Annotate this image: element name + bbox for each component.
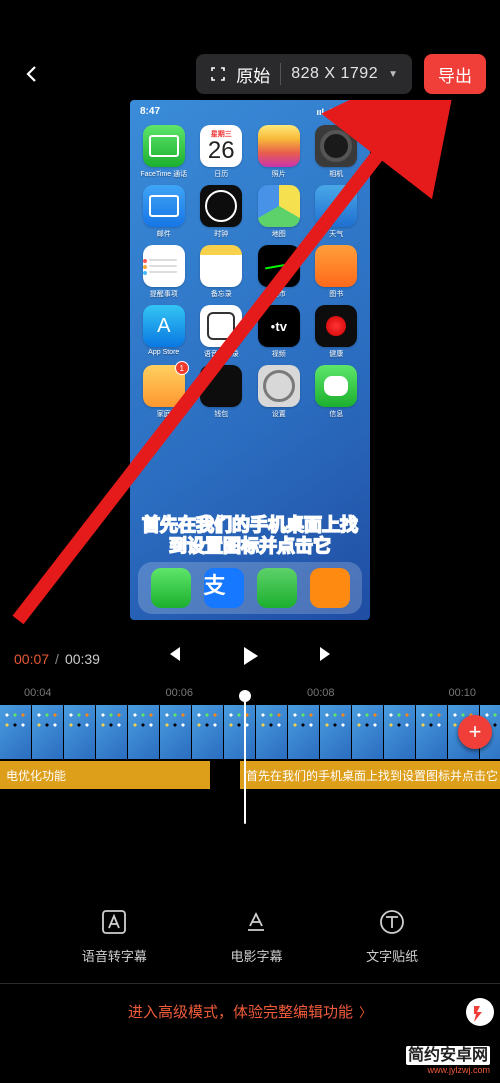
corner-badge-icon <box>466 998 494 1026</box>
top-bar: 原始 828 X 1792 ▼ 导出 <box>0 0 500 100</box>
subtitle-icon <box>240 906 272 938</box>
aspect-icon <box>210 66 226 82</box>
preview-content: 8:47 ııl4G FaceTime 通话 星期三26日历 照片 相机 邮件 … <box>130 100 370 620</box>
time-current: 00:07 <box>14 651 49 667</box>
playhead[interactable] <box>244 694 246 824</box>
text-sticker-button[interactable]: 文字贴纸 <box>366 906 418 965</box>
next-frame-button[interactable] <box>316 644 336 673</box>
voice-to-subtitle-button[interactable]: 语音转字幕 <box>82 906 147 965</box>
text-a-icon <box>98 906 130 938</box>
chevron-right-icon: 〉 <box>359 1002 372 1021</box>
resolution-value: 828 X 1792 <box>291 65 378 83</box>
video-preview[interactable]: 8:47 ııl4G FaceTime 通话 星期三26日历 照片 相机 邮件 … <box>0 100 500 630</box>
subtitle-overlay: 首先在我们的手机桌面上找到设置图标并点击它 <box>130 515 370 558</box>
prev-frame-button[interactable] <box>164 644 184 673</box>
caption-track[interactable]: 电优化功能 首先在我们的手机桌面上找到设置图标并点击它 <box>0 761 500 789</box>
caption-clip[interactable]: 首先在我们的手机桌面上找到设置图标并点击它 <box>240 761 500 789</box>
resolution-selector[interactable]: 原始 828 X 1792 ▼ <box>196 54 412 94</box>
home-screen-grid: FaceTime 通话 星期三26日历 照片 相机 邮件 时钟 地图 天气 提醒… <box>130 121 370 419</box>
advanced-mode-button[interactable]: 进入高级模式，体验完整编辑功能 〉 <box>0 983 500 1039</box>
add-clip-button[interactable]: + <box>458 715 492 749</box>
bottom-toolbar: 语音转字幕 电影字幕 文字贴纸 <box>0 906 500 965</box>
back-button[interactable] <box>14 56 50 92</box>
time-total: 00:39 <box>65 651 100 667</box>
status-time: 8:47 <box>140 106 160 117</box>
playback-bar: 00:07 / 00:39 <box>0 630 500 683</box>
caption-clip[interactable]: 电优化功能 <box>0 761 210 789</box>
chevron-down-icon: ▼ <box>388 69 398 80</box>
resolution-label: 原始 <box>236 62 270 87</box>
clip-track[interactable]: + <box>0 705 500 759</box>
export-button[interactable]: 导出 <box>424 54 486 94</box>
status-icons: ııl4G <box>316 106 360 117</box>
play-button[interactable] <box>238 644 262 673</box>
watermark: 简约安卓网 www.jylzwj.com <box>406 1048 490 1075</box>
dock: 支 <box>138 562 362 614</box>
film-subtitle-button[interactable]: 电影字幕 <box>230 906 282 965</box>
sticker-icon <box>376 906 408 938</box>
